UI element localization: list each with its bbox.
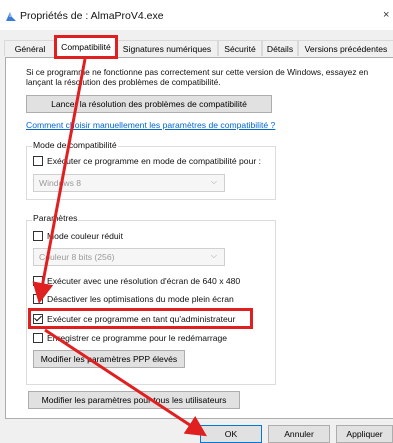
window-title: Propriétés de : AlmaProV4.exe [20,10,164,22]
app-icon [6,12,16,21]
close-icon[interactable]: × [383,9,389,21]
apply-button[interactable]: Appliquer [336,425,393,443]
tab-strip: Général Compatibilité Signatures numériq… [0,37,393,58]
manual-settings-link[interactable]: Comment choisir manuellement les paramèt… [26,120,275,130]
tab-compatibilite[interactable]: Compatibilité [56,37,116,58]
disable-fullscreen-label: Désactiver les optimisations du mode ple… [47,294,234,304]
reduced-color-label: Mode couleur réduit [47,231,123,241]
color-depth-select[interactable]: Couleur 8 bits (256) ⌵ [33,248,225,266]
chevron-down-icon: ⌵ [210,251,217,260]
compat-os-value: Windows 8 [39,178,82,188]
tab-general[interactable]: Général [4,40,56,56]
register-restart-label: Enregistrer ce programme pour le redémar… [47,333,228,343]
run-as-admin-label: Exécuter ce programme en tant qu'adminis… [47,314,236,324]
compat-mode-checkbox[interactable] [33,156,43,166]
high-dpi-button[interactable]: Modifier les paramètres PPP élevés [33,350,185,368]
reduced-color-checkbox[interactable] [33,231,43,241]
tab-details[interactable]: Détails [262,40,298,56]
chevron-down-icon: ⌵ [210,177,217,186]
disable-fullscreen-checkbox[interactable] [33,294,43,304]
compat-os-select[interactable]: Windows 8 ⌵ [33,174,225,192]
all-users-button[interactable]: Modifier les paramètres pour tous les ut… [28,391,240,409]
ok-button[interactable]: OK [200,425,262,443]
title-bar: Propriétés de : AlmaProV4.exe × [0,0,393,30]
register-restart-checkbox[interactable] [33,333,43,343]
compat-mode-label: Exécuter ce programme en mode de compati… [47,156,261,166]
color-depth-value: Couleur 8 bits (256) [39,252,115,262]
cancel-button[interactable]: Annuler [268,425,330,443]
tab-versions[interactable]: Versions précédentes [298,40,393,56]
tab-signatures[interactable]: Signatures numériques [116,40,218,56]
settings-legend: Paramètres [32,213,79,223]
run-as-admin-checkbox[interactable] [33,314,43,324]
compat-mode-legend: Mode de compatibilité [32,140,118,150]
intro-text: Si ce programme ne fonctionne pas correc… [26,67,369,87]
tab-securite[interactable]: Sécurité [218,40,262,56]
troubleshoot-button[interactable]: Lancer la résolution des problèmes de co… [26,95,272,113]
resolution-640-label: Exécuter avec une résolution d'écran de … [47,276,241,286]
resolution-640-checkbox[interactable] [33,276,43,286]
